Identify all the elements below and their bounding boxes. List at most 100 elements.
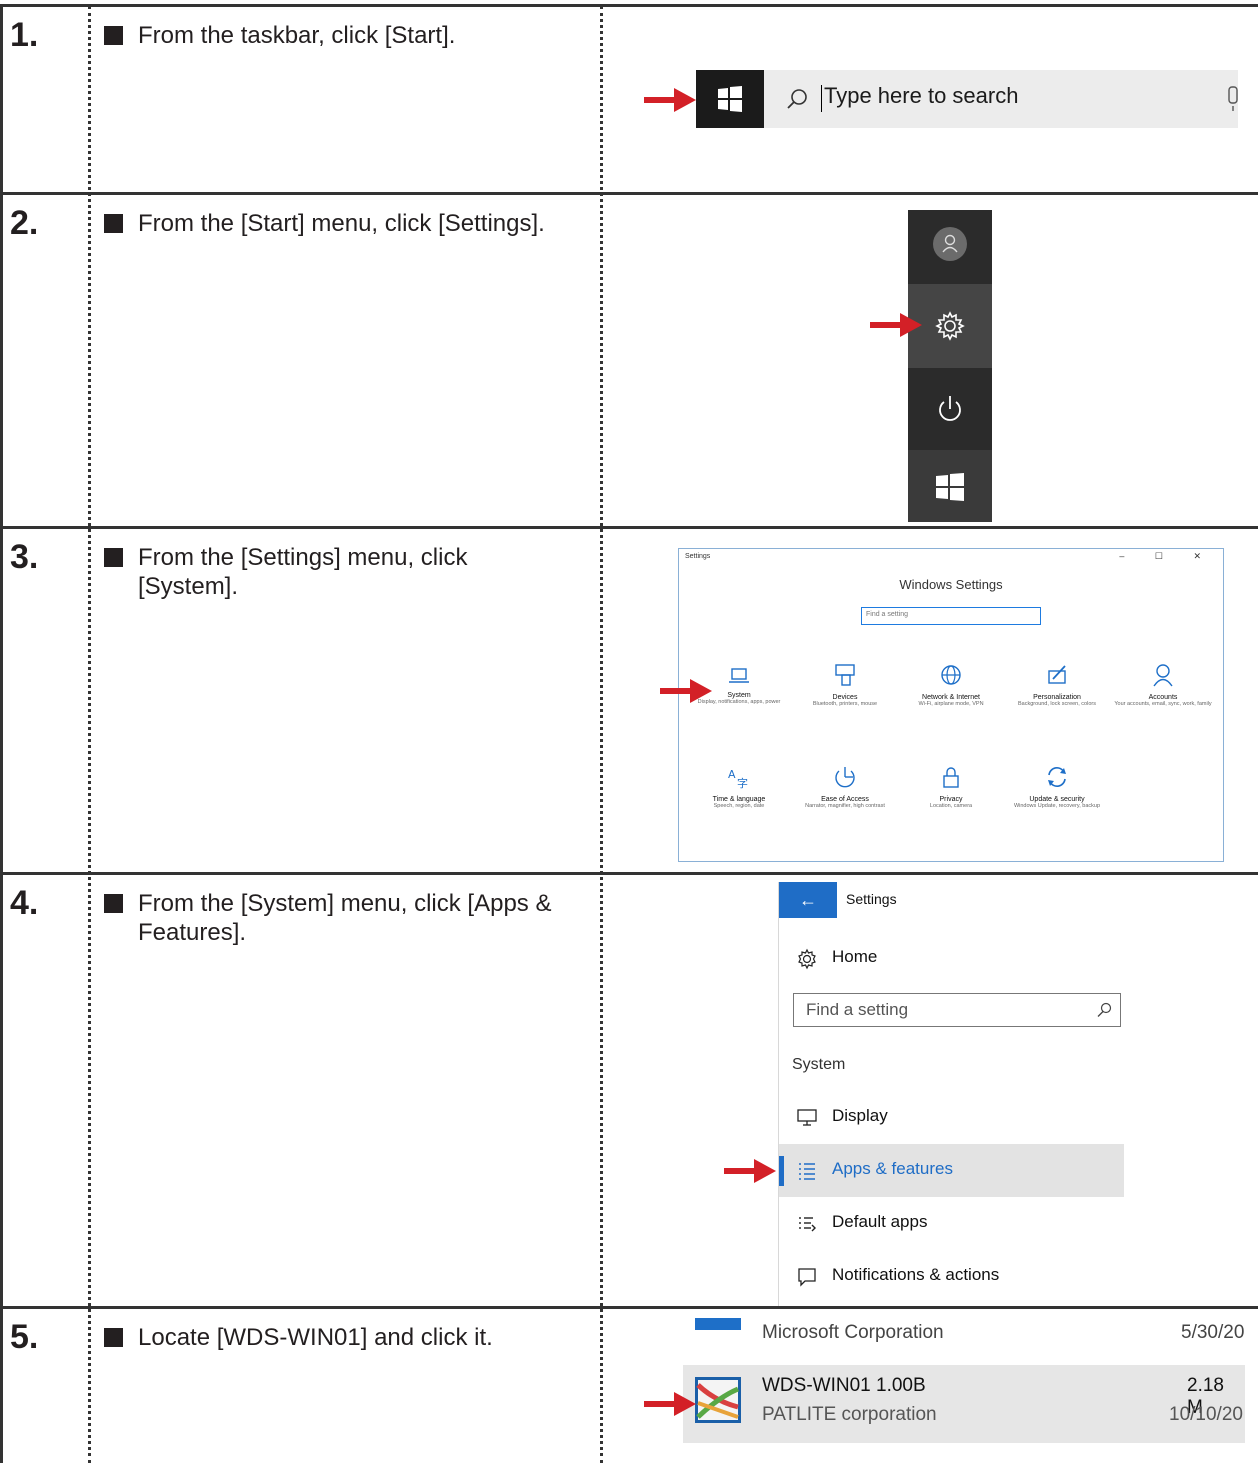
tile-label: Personalization xyxy=(1033,694,1081,701)
tile-ease-of-access[interactable]: Ease of Access Narrator, magnifier, high… xyxy=(793,765,897,810)
step-number: 2. xyxy=(10,204,39,242)
tile-description: Location, camera xyxy=(929,803,973,809)
window-controls[interactable]: – ☐ ✕ xyxy=(1119,551,1215,562)
taskbar: Type here to search xyxy=(696,70,1238,128)
tile-label: Privacy xyxy=(939,796,963,803)
bullet-square-icon xyxy=(104,1328,123,1347)
start-button[interactable] xyxy=(696,70,764,128)
apps-features-item[interactable]: Apps & features xyxy=(779,1144,1124,1197)
start-menu-strip xyxy=(908,210,992,522)
tile-description: Background, lock screen, colors xyxy=(1018,701,1096,707)
home-item[interactable]: Home xyxy=(779,932,1124,985)
settings-search-input[interactable]: Find a setting xyxy=(861,607,1041,625)
tile-description: Your accounts, email, sync, work, family xyxy=(1114,701,1212,707)
power-icon xyxy=(939,396,961,421)
red-arrow-icon xyxy=(660,677,712,705)
power-button[interactable] xyxy=(908,368,992,450)
red-arrow-icon xyxy=(644,86,696,114)
notifications-label: Notifications & actions xyxy=(832,1265,1000,1284)
lock-icon xyxy=(943,767,959,788)
app-publisher: PATLITE corporation xyxy=(762,1404,937,1425)
tile-label: Ease of Access xyxy=(821,796,869,803)
svg-text:字: 字 xyxy=(737,776,748,789)
app-row-wds-win01[interactable]: WDS-WIN01 1.00B PATLITE corporation 2.18… xyxy=(683,1365,1245,1443)
home-label: Home xyxy=(832,947,878,966)
list-icon xyxy=(799,1163,815,1180)
tile-time-language[interactable]: A字 Time & language Speech, region, date xyxy=(687,765,791,810)
wds-app-icon xyxy=(695,1377,741,1423)
text-cursor xyxy=(821,85,822,112)
search-icon xyxy=(1097,1002,1112,1017)
app-date: 5/30/20 xyxy=(1181,1322,1245,1343)
app-name: WDS-WIN01 1.00B xyxy=(762,1375,926,1396)
gear-icon xyxy=(798,948,816,970)
tile-label: Devices xyxy=(832,694,858,701)
tile-personalization[interactable]: Personalization Background, lock screen,… xyxy=(1005,663,1109,708)
selection-indicator xyxy=(779,1156,784,1186)
settings-heading: Windows Settings xyxy=(899,577,1003,592)
default-apps-item[interactable]: Default apps xyxy=(779,1197,1124,1250)
system-group-label: System xyxy=(792,1056,846,1073)
find-setting-input[interactable]: Find a setting xyxy=(793,993,1121,1027)
tile-description: Windows Update, recovery, backup xyxy=(1013,803,1101,809)
keyboard-icon xyxy=(835,664,855,686)
globe-icon xyxy=(941,665,961,685)
brush-icon xyxy=(1048,665,1066,684)
bullet-square-icon xyxy=(104,214,123,233)
laptop-icon xyxy=(729,668,749,683)
tile-label: Update & security xyxy=(1029,796,1085,803)
search-icon xyxy=(787,89,807,109)
instruction-text: From the [Start] menu, click [Settings]. xyxy=(138,210,545,237)
back-arrow-icon[interactable]: ← xyxy=(779,882,837,918)
app-publisher: Microsoft Corporation xyxy=(762,1322,944,1343)
bullet-square-icon xyxy=(104,548,123,567)
user-icon xyxy=(933,227,967,261)
window-title: Settings xyxy=(685,553,711,560)
ease-icon xyxy=(835,767,855,788)
tile-update-security[interactable]: Update & security Windows Update, recove… xyxy=(1005,765,1109,810)
start-button[interactable] xyxy=(908,450,992,522)
bullet-square-icon xyxy=(104,894,123,913)
search-placeholder: Find a setting xyxy=(806,1000,909,1019)
display-label: Display xyxy=(832,1106,888,1125)
app-list: Microsoft Corporation 5/30/20 WDS-WIN01 … xyxy=(683,1318,1258,1463)
step-instruction: From the [Settings] menu, click [System]… xyxy=(104,543,544,601)
red-arrow-icon xyxy=(724,1157,776,1185)
display-item[interactable]: Display xyxy=(779,1091,1124,1144)
tile-description: Wi-Fi, airplane mode, VPN xyxy=(918,701,984,707)
step-number: 1. xyxy=(10,16,39,54)
taskbar-search-input[interactable]: Type here to search xyxy=(824,83,1018,109)
tile-label: Time & language xyxy=(712,796,766,803)
language-icon: A字 xyxy=(728,768,748,790)
user-button[interactable] xyxy=(908,210,992,284)
bullet-square-icon xyxy=(104,26,123,45)
svg-text:A: A xyxy=(728,768,736,781)
instruction-text: From the [System] menu, click [Apps & Fe… xyxy=(138,890,552,946)
system-settings-menu: ← Settings Home Find a setting System Di… xyxy=(778,882,1124,1306)
tile-privacy[interactable]: Privacy Location, camera xyxy=(899,765,1003,810)
tile-description: Narrator, magnifier, high contrast xyxy=(805,803,885,809)
refresh-icon xyxy=(1048,767,1066,787)
monitor-icon xyxy=(797,1109,817,1126)
instruction-text: From the [Settings] menu, click [System]… xyxy=(138,544,468,600)
step-instruction: From the taskbar, click [Start]. xyxy=(104,21,584,50)
app-icon xyxy=(695,1318,741,1330)
default-apps-icon xyxy=(799,1217,816,1232)
step-instruction: From the [Start] menu, click [Settings]. xyxy=(104,209,584,238)
tile-accounts[interactable]: Accounts Your accounts, email, sync, wor… xyxy=(1111,663,1215,708)
settings-title: Settings xyxy=(846,891,897,907)
tile-description: Bluetooth, printers, mouse xyxy=(812,701,878,707)
microphone-icon[interactable] xyxy=(1226,86,1238,112)
settings-window: Settings – ☐ ✕ Windows Settings Find a s… xyxy=(678,548,1224,862)
tile-devices[interactable]: Devices Bluetooth, printers, mouse xyxy=(793,663,897,708)
step-instruction: From the [System] menu, click [Apps & Fe… xyxy=(104,889,574,947)
tile-network[interactable]: Network & Internet Wi-Fi, airplane mode,… xyxy=(899,663,1003,708)
instruction-text: From the taskbar, click [Start]. xyxy=(138,22,456,49)
tile-label: Network & Internet xyxy=(922,694,980,701)
default-apps-label: Default apps xyxy=(832,1212,928,1231)
step-row-2: 2. From the [Start] menu, click [Setting… xyxy=(0,192,1258,526)
notifications-item[interactable]: Notifications & actions xyxy=(779,1250,1124,1303)
app-row[interactable]: Microsoft Corporation 5/30/20 xyxy=(683,1318,1258,1362)
step-number: 4. xyxy=(10,884,39,922)
red-arrow-icon xyxy=(644,1390,696,1418)
